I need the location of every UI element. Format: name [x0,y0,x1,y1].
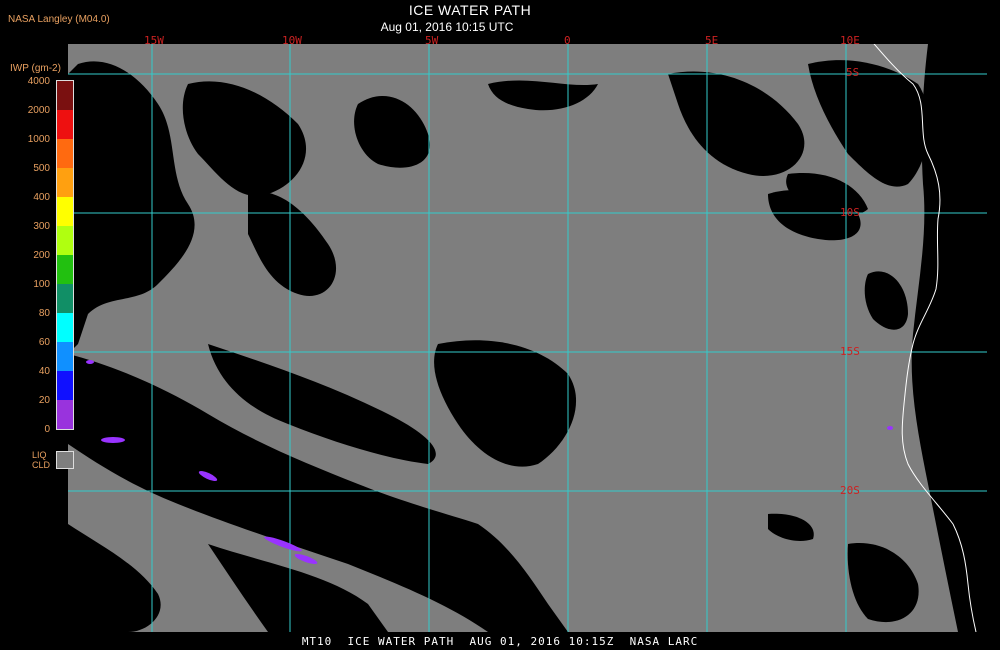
clear-region [354,95,430,168]
map-canvas [68,44,987,632]
footer-caption: MT10 ICE WATER PATH AUG 01, 2016 10:15Z … [301,635,699,648]
satellite-map[interactable] [68,44,987,632]
lon-label-0: 0 [564,34,571,47]
legend-tick: 0 [44,424,50,435]
legend-tick: 2000 [27,105,50,116]
colorbar-swatch [57,81,73,111]
colorbar-swatch [57,168,73,198]
clear-region [68,61,195,354]
clear-region [488,80,598,111]
iwp-colorbar [56,80,74,430]
colorbar-swatch [57,371,73,401]
clear-region [434,340,577,467]
lon-label-5e: 5E [705,34,719,47]
ice-patch [101,437,125,443]
colorbar-swatch [57,400,73,430]
clear-region [248,192,337,296]
legend-tick: 20 [38,395,50,406]
colorbar-swatch [57,313,73,343]
legend-tick: 100 [33,279,50,290]
legend-tick: 40 [38,366,50,377]
legend-tick: 500 [33,163,50,174]
lon-label-10w: 10W [282,34,302,47]
colorbar-swatch [57,139,73,169]
lat-label-5s: 5S [846,66,860,79]
lat-label-20s: 20S [840,484,860,497]
clear-region [768,513,814,541]
map-subtitle: Aug 01, 2016 10:15 UTC [380,20,514,34]
colorbar-swatch [57,284,73,314]
ice-patch [887,426,893,430]
legend-tick: 300 [33,221,50,232]
colorbar-swatch [57,226,73,256]
legend-unit-label: IWP (gm-2) [10,63,61,74]
lat-label-15s: 15S [840,345,860,358]
clear-region [847,543,919,623]
legend-tick: 200 [33,250,50,261]
lon-label-15w: 15W [144,34,164,47]
legend-tick: 60 [38,337,50,348]
legend-tick: 1000 [27,134,50,145]
colorbar-swatch [57,255,73,285]
colorbar-swatch [57,197,73,227]
ice-patch [86,360,94,364]
clear-region [808,60,929,187]
lon-label-10e: 10E [840,34,860,47]
legend-tick: 80 [38,308,50,319]
clear-region [668,71,805,176]
legend-tick: 4000 [27,76,50,87]
lon-label-5w: 5W [425,34,439,47]
clear-region [182,81,307,196]
clear-region [864,271,908,330]
cld-label: CLD [32,460,51,470]
lat-label-10s: 10S [840,206,860,219]
ice-patch [294,554,318,564]
legend-tick: 400 [33,192,50,203]
colorbar-swatch [57,110,73,140]
liq-label: LIQ [32,450,47,460]
colorbar-swatch [57,342,73,372]
map-title: ICE WATER PATH [408,2,532,18]
liquid-cloud-swatch [56,451,74,469]
clear-region [68,524,161,632]
